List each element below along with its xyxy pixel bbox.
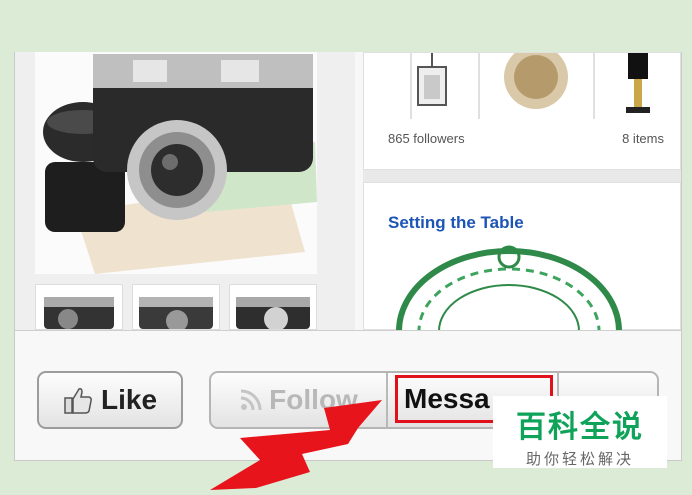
items-count: 8 items <box>622 131 664 146</box>
board-card[interactable]: 865 followers 8 items <box>363 52 681 170</box>
watermark-subtitle: 助你轻松解决 <box>525 451 634 468</box>
thumbnail-strip <box>35 284 317 332</box>
red-arrow-annotation <box>210 400 382 490</box>
followers-count: 865 followers <box>388 131 465 146</box>
thumbnail[interactable] <box>132 284 220 332</box>
thumbnail[interactable] <box>35 284 123 330</box>
thumbs-up-icon <box>64 388 92 414</box>
board-card[interactable]: Setting the Table <box>363 182 681 333</box>
like-label: Like <box>100 384 158 415</box>
board-images <box>410 53 650 119</box>
related-boards: 865 followers 8 items Setting the Table <box>363 52 681 333</box>
camera-photo <box>35 52 317 274</box>
product-gallery <box>15 52 355 332</box>
message-label: Messa <box>404 383 490 414</box>
plate-image <box>396 245 622 333</box>
board-title[interactable]: Setting the Table <box>388 213 524 233</box>
main-product-photo[interactable] <box>35 52 317 274</box>
thumbnail[interactable] <box>229 284 317 331</box>
watermark-title: 百科全说 <box>516 411 644 444</box>
watermark-logo: 百科全说 助你轻松解决 <box>493 396 667 468</box>
like-button[interactable]: Like <box>37 371 183 429</box>
